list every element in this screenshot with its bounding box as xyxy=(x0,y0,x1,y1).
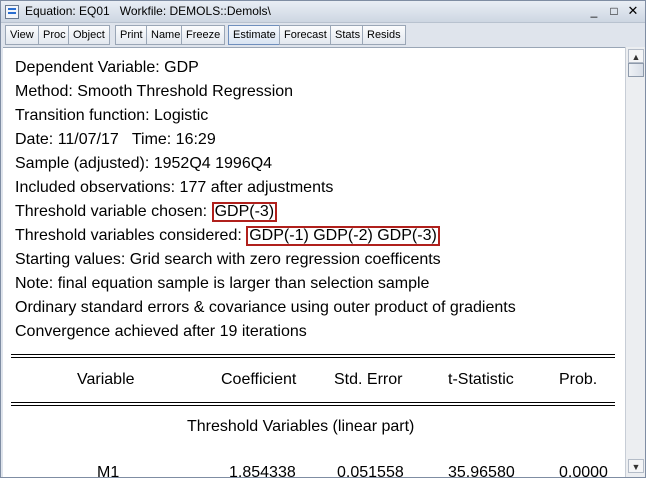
minimize-button[interactable]: _ xyxy=(586,4,602,18)
observations-line: Included observations: 177 after adjustm… xyxy=(15,179,334,196)
output-pane[interactable]: Dependent Variable: GDP Method: Smooth T… xyxy=(3,47,625,477)
threshold-considered-label: Threshold variables considered: xyxy=(15,227,247,244)
threshold-chosen-highlight: GDP(-3) xyxy=(211,202,278,222)
row-m1-std-error: 0.051558 xyxy=(337,464,404,477)
method-line: Method: Smooth Threshold Regression xyxy=(15,83,294,100)
header-prob: Prob. xyxy=(559,371,598,388)
vertical-scrollbar[interactable]: ▲ ▼ xyxy=(625,47,645,477)
estimate-button[interactable]: Estimate xyxy=(228,25,281,45)
std-errors-line: Ordinary standard errors & covariance us… xyxy=(15,299,516,316)
freeze-button[interactable]: Freeze xyxy=(181,25,226,45)
close-button[interactable]: ✕ xyxy=(625,4,641,18)
window-title: Equation: EQ01 Workfile: DEMOLS::Demols\ xyxy=(25,4,271,18)
scroll-up-icon[interactable]: ▲ xyxy=(628,49,644,63)
convergence-line: Convergence achieved after 19 iterations xyxy=(15,323,307,340)
table-header-rule xyxy=(11,402,615,403)
row-m1-coefficient: 1.854338 xyxy=(229,464,296,477)
name-button[interactable]: Name xyxy=(146,25,186,45)
title-bar[interactable]: Equation: EQ01 Workfile: DEMOLS::Demols\… xyxy=(1,1,645,23)
sample-line: Sample (adjusted): 1952Q4 1996Q4 xyxy=(15,155,273,172)
eviews-window-icon xyxy=(5,5,19,19)
threshold-considered-highlight: GDP(-1) GDP(-2) GDP(-3) xyxy=(246,226,440,246)
proc-button[interactable]: Proc xyxy=(38,25,71,45)
scroll-down-icon[interactable]: ▼ xyxy=(628,459,644,473)
threshold-chosen-label: Threshold variable chosen: xyxy=(15,203,212,220)
transition-line: Transition function: Logistic xyxy=(15,107,209,124)
toolbar: View Proc Object Print Name Freeze Estim… xyxy=(3,23,645,47)
scrollbar-thumb[interactable] xyxy=(628,63,644,77)
table-top-rule-double xyxy=(11,357,615,358)
row-m1-t-statistic: 35.96580 xyxy=(448,464,515,477)
stats-button[interactable]: Stats xyxy=(330,25,366,45)
equation-window: Equation: EQ01 Workfile: DEMOLS::Demols\… xyxy=(0,0,646,478)
section-title: Threshold Variables (linear part) xyxy=(187,418,415,435)
header-coefficient: Coefficient xyxy=(221,371,297,388)
header-std-error: Std. Error xyxy=(334,371,403,388)
object-button[interactable]: Object xyxy=(68,25,110,45)
threshold-chosen-line: Threshold variable chosen: GDP(-3) xyxy=(15,202,278,222)
resids-button[interactable]: Resids xyxy=(362,25,406,45)
row-m1-variable: M1 xyxy=(97,464,120,477)
row-m1-prob: 0.0000 xyxy=(559,464,608,477)
forecast-button[interactable]: Forecast xyxy=(279,25,332,45)
view-button[interactable]: View xyxy=(5,25,39,45)
table-header-rule-double xyxy=(11,405,615,406)
threshold-considered-line: Threshold variables considered: GDP(-1) … xyxy=(15,226,440,246)
table-top-rule xyxy=(11,354,615,355)
starting-values-line: Starting values: Grid search with zero r… xyxy=(15,251,441,268)
date-line: Date: 11/07/17 Time: 16:29 xyxy=(15,131,216,148)
header-t-statistic: t-Statistic xyxy=(448,371,514,388)
maximize-button[interactable]: □ xyxy=(606,4,622,18)
note-line: Note: final equation sample is larger th… xyxy=(15,275,430,292)
dependent-variable-line: Dependent Variable: GDP xyxy=(15,59,199,76)
header-variable: Variable xyxy=(77,371,135,388)
print-button[interactable]: Print xyxy=(115,25,148,45)
